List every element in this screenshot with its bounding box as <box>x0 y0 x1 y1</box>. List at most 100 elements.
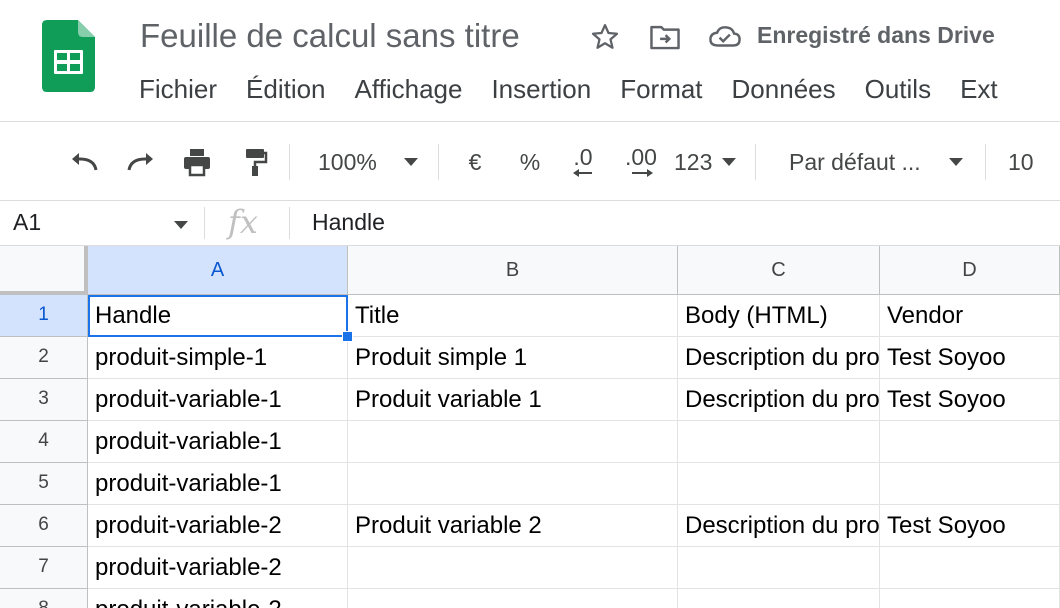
cell-b6[interactable]: Produit variable 2 <box>348 505 678 547</box>
column-header-c[interactable]: C <box>678 246 880 295</box>
fill-handle[interactable] <box>342 331 353 342</box>
cell-b5[interactable] <box>348 463 678 505</box>
column-header-d[interactable]: D <box>880 246 1060 295</box>
font-size-value: 10 <box>1008 148 1034 175</box>
cell-a6[interactable]: produit-variable-2 <box>88 505 348 547</box>
select-all-corner[interactable] <box>0 246 88 295</box>
move-to-folder-icon[interactable] <box>648 20 682 54</box>
cell-d1[interactable]: Vendor <box>880 295 1060 337</box>
decrease-decimals-button[interactable]: .0 <box>563 142 603 182</box>
font-size-input[interactable]: 10 <box>1008 142 1054 182</box>
document-title[interactable]: Feuille de calcul sans titre <box>140 16 520 56</box>
cell-d8[interactable] <box>880 589 1060 608</box>
chevron-down-icon <box>949 158 963 166</box>
toolbar-divider <box>438 144 439 180</box>
print-icon[interactable] <box>177 142 217 182</box>
paint-format-icon[interactable] <box>235 142 275 182</box>
menu-donnees[interactable]: Données <box>732 70 836 108</box>
row-header[interactable]: 3 <box>0 379 88 421</box>
save-status[interactable]: Enregistré dans Drive <box>757 20 995 50</box>
redo-icon[interactable] <box>121 142 161 182</box>
menu-outils[interactable]: Outils <box>865 70 931 108</box>
chevron-down-icon <box>722 158 736 166</box>
cell-a1[interactable]: Handle <box>88 295 348 337</box>
toolbar-divider <box>755 144 756 180</box>
cell-d4[interactable] <box>880 421 1060 463</box>
cell-b3[interactable]: Produit variable 1 <box>348 379 678 421</box>
cell-b1[interactable]: Title <box>348 295 678 337</box>
percent-format-button[interactable]: % <box>515 142 545 182</box>
fx-icon: fx <box>228 203 258 241</box>
cell-d7[interactable] <box>880 547 1060 589</box>
formula-divider <box>204 207 205 239</box>
zoom-select[interactable]: 100% <box>318 142 430 182</box>
currency-label: € <box>468 148 482 175</box>
sheets-logo-icon[interactable] <box>42 20 95 92</box>
cell-a2[interactable]: produit-simple-1 <box>88 337 348 379</box>
row-header[interactable]: 4 <box>0 421 88 463</box>
menu-fichier[interactable]: Fichier <box>139 70 217 108</box>
menu-format[interactable]: Format <box>620 70 702 108</box>
formula-divider <box>289 207 290 239</box>
currency-format-button[interactable]: € <box>460 142 490 182</box>
decrease-decimals-label: .0 <box>573 144 593 170</box>
cell-c3[interactable]: Description du produit <box>678 379 880 421</box>
cell-c7[interactable] <box>678 547 880 589</box>
cell-a8[interactable]: produit-variable-2 <box>88 589 348 608</box>
row-header[interactable]: 1 <box>0 295 88 337</box>
cell-d6[interactable]: Test Soyoo <box>880 505 1060 547</box>
cell-b7[interactable] <box>348 547 678 589</box>
arrow-right-icon <box>632 169 653 177</box>
formula-bar: A1 fx Handle <box>0 200 1060 246</box>
font-family-select[interactable]: Par défaut ... <box>789 142 969 182</box>
cell-c6[interactable]: Description du produit <box>678 505 880 547</box>
cell-b8[interactable] <box>348 589 678 608</box>
cell-a5[interactable]: produit-variable-1 <box>88 463 348 505</box>
row-header[interactable]: 8 <box>0 589 88 608</box>
cell-c1[interactable]: Body (HTML) <box>678 295 880 337</box>
cell-c5[interactable] <box>678 463 880 505</box>
cell-d5[interactable] <box>880 463 1060 505</box>
spreadsheet-grid: A B C D 1 Handle Title Body (HTML) Vendor 2 pr… <box>0 246 1060 608</box>
toolbar-divider <box>985 144 986 180</box>
menu-insertion[interactable]: Insertion <box>491 70 591 108</box>
menu-bar: Fichier Édition Affichage Insertion Form… <box>139 70 1027 108</box>
row-header[interactable]: 2 <box>0 337 88 379</box>
menu-affichage[interactable]: Affichage <box>355 70 463 108</box>
chevron-down-icon <box>174 221 188 229</box>
formula-input[interactable]: Handle <box>312 209 385 236</box>
toolbar-divider <box>289 144 290 180</box>
row-header[interactable]: 5 <box>0 463 88 505</box>
cell-d3[interactable]: Test Soyoo <box>880 379 1060 421</box>
cell-b4[interactable] <box>348 421 678 463</box>
cell-d2[interactable]: Test Soyoo <box>880 337 1060 379</box>
arrow-left-icon <box>573 169 592 177</box>
row-header[interactable]: 6 <box>0 505 88 547</box>
cell-a3[interactable]: produit-variable-1 <box>88 379 348 421</box>
cell-c4[interactable] <box>678 421 880 463</box>
name-box-value: A1 <box>13 209 42 235</box>
cell-c2[interactable]: Description du produit <box>678 337 880 379</box>
percent-label: % <box>519 148 541 175</box>
column-header-b[interactable]: B <box>348 246 678 295</box>
font-family-value: Par défaut ... <box>789 148 921 175</box>
undo-icon[interactable] <box>64 142 104 182</box>
menu-edition[interactable]: Édition <box>246 70 326 108</box>
zoom-value: 100% <box>318 148 377 175</box>
toolbar: 100% € % .0 .00 123 Par défaut ... 10 <box>0 122 1060 200</box>
name-box[interactable]: A1 <box>0 201 200 245</box>
column-header-a[interactable]: A <box>88 246 348 295</box>
more-formats-label: 123 <box>674 148 713 175</box>
cell-b2[interactable]: Produit simple 1 <box>348 337 678 379</box>
cloud-done-icon[interactable] <box>708 20 742 54</box>
increase-decimals-button[interactable]: .00 <box>617 142 665 182</box>
chevron-down-icon <box>404 158 418 166</box>
cell-c8[interactable] <box>678 589 880 608</box>
cell-a4[interactable]: produit-variable-1 <box>88 421 348 463</box>
cell-a7[interactable]: produit-variable-2 <box>88 547 348 589</box>
more-formats-button[interactable]: 123 <box>674 142 740 182</box>
star-icon[interactable] <box>588 20 622 54</box>
row-header[interactable]: 7 <box>0 547 88 589</box>
menu-extensions[interactable]: Ext <box>960 70 998 108</box>
increase-decimals-label: .00 <box>625 144 657 170</box>
